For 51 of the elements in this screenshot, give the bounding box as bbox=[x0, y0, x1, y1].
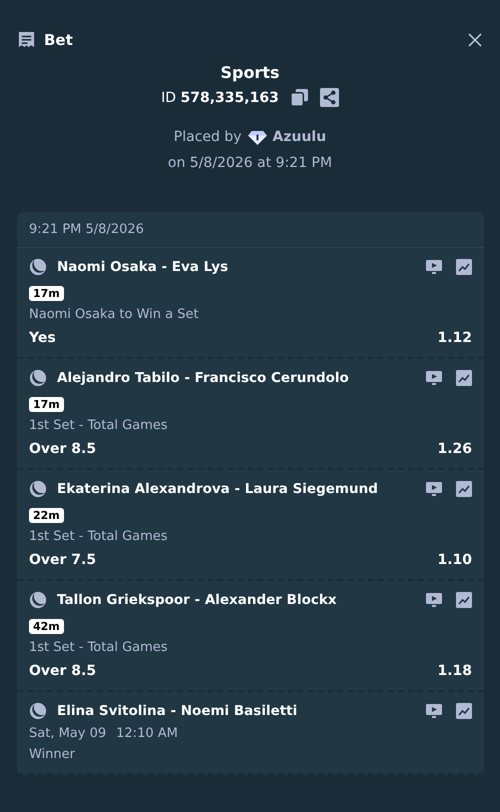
trend-chart-icon[interactable] bbox=[456, 259, 472, 275]
market-name: Naomi Osaka to Win a Set bbox=[29, 307, 200, 322]
diamond-icon bbox=[248, 130, 267, 144]
trend-chart-icon[interactable] bbox=[456, 703, 472, 719]
odds: 1.10 bbox=[437, 552, 472, 568]
odds: 1.26 bbox=[437, 441, 472, 457]
event-name[interactable]: Tallon Griekspoor - Alexander Blockx bbox=[57, 592, 412, 608]
bet-id: ID 578,335,163 bbox=[161, 90, 279, 106]
event-name[interactable]: Alejandro Tabilo - Francisco Cerundolo bbox=[57, 370, 412, 386]
trend-chart-icon[interactable] bbox=[456, 592, 472, 608]
odds: 1.12 bbox=[437, 330, 472, 346]
tennis-ball-icon bbox=[29, 258, 47, 276]
live-stream-icon[interactable] bbox=[426, 592, 442, 608]
placed-by-label: Placed by bbox=[174, 129, 242, 145]
market-name: Winner bbox=[29, 747, 76, 762]
close-button[interactable] bbox=[467, 32, 483, 48]
selection: Over 8.5 bbox=[29, 663, 96, 679]
selection: Over 8.5 bbox=[29, 441, 96, 457]
odds: 1.18 bbox=[437, 663, 472, 679]
event-name[interactable]: Naomi Osaka - Eva Lys bbox=[57, 259, 412, 275]
trend-chart-icon[interactable] bbox=[456, 481, 472, 497]
event-name[interactable]: Ekaterina Alexandrova - Laura Siegemund bbox=[57, 481, 412, 497]
dialog-title: Bet bbox=[44, 31, 73, 49]
start-date: Sat, May 09 bbox=[29, 726, 106, 741]
live-time-badge: 22m bbox=[29, 508, 64, 523]
selection: Yes bbox=[29, 330, 56, 346]
live-time-badge: 17m bbox=[29, 397, 64, 412]
live-stream-icon[interactable] bbox=[426, 370, 442, 386]
trend-chart-icon[interactable] bbox=[456, 370, 472, 386]
tennis-ball-icon bbox=[29, 702, 47, 720]
tennis-ball-icon bbox=[29, 591, 47, 609]
slip-timestamp: 9:21 PM 5/8/2026 bbox=[17, 212, 484, 248]
market-name: 1st Set - Total Games bbox=[29, 640, 169, 655]
username[interactable]: Azuulu bbox=[272, 129, 326, 145]
event-name[interactable]: Elina Svitolina - Noemi Basiletti bbox=[57, 703, 412, 719]
live-stream-icon[interactable] bbox=[426, 703, 442, 719]
live-time-badge: 42m bbox=[29, 619, 64, 634]
market-name: 1st Set - Total Games bbox=[29, 418, 169, 433]
market-name: 1st Set - Total Games bbox=[29, 529, 169, 544]
copy-icon[interactable] bbox=[290, 88, 309, 107]
tennis-ball-icon bbox=[29, 369, 47, 387]
tennis-ball-icon bbox=[29, 480, 47, 498]
placed-date: on 5/8/2026 at 9:21 PM bbox=[168, 155, 332, 171]
receipt-icon bbox=[17, 30, 36, 50]
live-stream-icon[interactable] bbox=[426, 481, 442, 497]
selection: Over 7.5 bbox=[29, 552, 96, 568]
share-icon[interactable] bbox=[320, 88, 339, 107]
bet-category: Sports bbox=[220, 63, 280, 82]
live-time-badge: 17m bbox=[29, 286, 64, 301]
start-time: 12:10 AM bbox=[116, 726, 178, 741]
live-stream-icon[interactable] bbox=[426, 259, 442, 275]
